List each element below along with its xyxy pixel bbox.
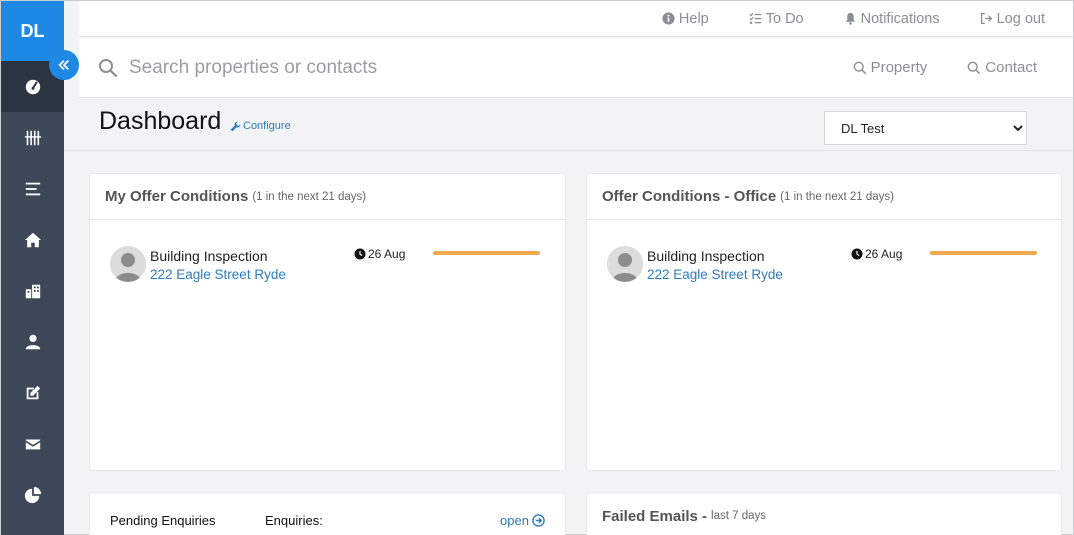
home-icon bbox=[24, 232, 41, 247]
collapse-sidebar-button[interactable] bbox=[49, 50, 79, 80]
search-icon bbox=[967, 61, 981, 74]
enquiries-label: Enquiries: bbox=[265, 513, 323, 528]
card-subtitle: last 7 days bbox=[711, 510, 767, 522]
user-silhouette-icon bbox=[110, 246, 146, 282]
sidebar-item-email[interactable] bbox=[1, 418, 64, 469]
double-chevron-left-icon bbox=[58, 60, 69, 70]
condition-name: Building Inspection bbox=[647, 248, 765, 264]
notifications-link[interactable]: Notifications bbox=[844, 11, 940, 27]
open-label: open bbox=[500, 513, 529, 528]
card-title: Failed Emails - bbox=[602, 507, 708, 525]
open-enquiries-link[interactable]: open bbox=[500, 513, 545, 528]
condition-address-link[interactable]: 222 Eagle Street Ryde bbox=[150, 267, 286, 282]
sidebar-item-reports[interactable] bbox=[1, 469, 64, 520]
todo-label: To Do bbox=[765, 10, 804, 27]
help-link[interactable]: Help bbox=[662, 11, 709, 27]
clock-icon bbox=[354, 248, 366, 260]
card-header: My Offer Conditions (1 in the next 21 da… bbox=[90, 174, 565, 220]
condition-date: 26 Aug bbox=[851, 247, 902, 261]
sidebar-item-contacts[interactable] bbox=[1, 316, 64, 367]
dashboard-icon bbox=[25, 79, 40, 94]
logout-label: Log out bbox=[996, 10, 1045, 27]
sidebar-item-edit[interactable] bbox=[1, 367, 64, 418]
pending-enquiries-label: Pending Enquiries bbox=[110, 513, 216, 528]
edit-icon bbox=[26, 385, 40, 399]
bell-icon bbox=[845, 12, 855, 25]
office-select[interactable]: DL Test bbox=[824, 111, 1027, 145]
top-utility-bar: Help To Do Notifications Log out bbox=[79, 1, 1073, 37]
avatar bbox=[607, 246, 643, 282]
card-title: My Offer Conditions bbox=[105, 188, 249, 205]
search-bar: Property Contact bbox=[79, 38, 1073, 98]
condition-address-link[interactable]: 222 Eagle Street Ryde bbox=[647, 267, 783, 282]
tally-icon bbox=[24, 130, 41, 145]
property-filter-label: Property bbox=[870, 59, 928, 76]
search-icon bbox=[99, 58, 118, 77]
help-label: Help bbox=[678, 10, 709, 27]
configure-link[interactable]: Configure bbox=[230, 120, 291, 132]
user-silhouette-icon bbox=[607, 246, 643, 282]
contact-filter-label: Contact bbox=[985, 59, 1037, 76]
pending-enquiries-card: Pending Enquiries Enquiries: open bbox=[89, 492, 566, 535]
condition-date-label: 26 Aug bbox=[865, 247, 903, 261]
failed-emails-card: Failed Emails - last 7 days bbox=[586, 492, 1062, 535]
sidebar-item-list[interactable] bbox=[1, 163, 64, 214]
envelope-icon bbox=[25, 439, 40, 449]
condition-progress-bar bbox=[930, 251, 1037, 255]
clock-icon bbox=[851, 248, 863, 260]
logout-link[interactable]: Log out bbox=[980, 11, 1045, 27]
list-item[interactable]: Building Inspection 222 Eagle Street Ryd… bbox=[587, 220, 1061, 282]
todo-link[interactable]: To Do bbox=[749, 11, 804, 27]
page-title: Dashboard bbox=[99, 107, 222, 135]
info-icon bbox=[662, 12, 675, 25]
card-header: Offer Conditions - Office (1 in the next… bbox=[587, 174, 1061, 220]
card-subtitle: (1 in the next 21 days) bbox=[252, 190, 367, 203]
progress-fill bbox=[930, 251, 1037, 255]
pie-chart-icon bbox=[24, 486, 41, 503]
configure-label: Configure bbox=[243, 120, 291, 132]
sign-out-icon bbox=[980, 12, 992, 25]
my-offer-conditions-card: My Offer Conditions (1 in the next 21 da… bbox=[89, 173, 566, 471]
card-header: Failed Emails - last 7 days bbox=[587, 493, 1061, 535]
list-icon bbox=[25, 182, 40, 195]
search-icon bbox=[853, 61, 866, 74]
search-contact-filter[interactable]: Contact bbox=[967, 59, 1037, 76]
condition-date: 26 Aug bbox=[354, 247, 405, 261]
search-filters: Property Contact bbox=[813, 59, 1073, 76]
office-offer-conditions-card: Offer Conditions - Office (1 in the next… bbox=[586, 173, 1062, 471]
avatar bbox=[110, 246, 146, 282]
search-property-filter[interactable]: Property bbox=[853, 59, 928, 76]
user-icon bbox=[25, 334, 40, 349]
page-header: Dashboard Configure DL Test bbox=[64, 99, 1073, 151]
notifications-label: Notifications bbox=[860, 10, 940, 27]
search-input[interactable] bbox=[129, 56, 649, 79]
progress-fill bbox=[433, 251, 540, 255]
checklist-icon bbox=[749, 12, 761, 24]
building-icon bbox=[25, 284, 40, 298]
condition-name: Building Inspection bbox=[150, 248, 268, 264]
wrench-icon bbox=[230, 121, 241, 131]
card-subtitle: (1 in the next 21 days) bbox=[780, 190, 894, 203]
card-title: Offer Conditions - Office bbox=[602, 188, 777, 205]
sidebar: DL bbox=[1, 1, 64, 535]
condition-date-label: 26 Aug bbox=[368, 247, 406, 261]
arrow-circle-right-icon bbox=[532, 514, 545, 527]
sidebar-item-properties[interactable] bbox=[1, 214, 64, 265]
list-item[interactable]: Building Inspection 222 Eagle Street Ryd… bbox=[90, 220, 565, 282]
sidebar-item-buildings[interactable] bbox=[1, 265, 64, 316]
sidebar-item-pipeline[interactable] bbox=[1, 112, 64, 163]
condition-progress-bar bbox=[433, 251, 540, 255]
